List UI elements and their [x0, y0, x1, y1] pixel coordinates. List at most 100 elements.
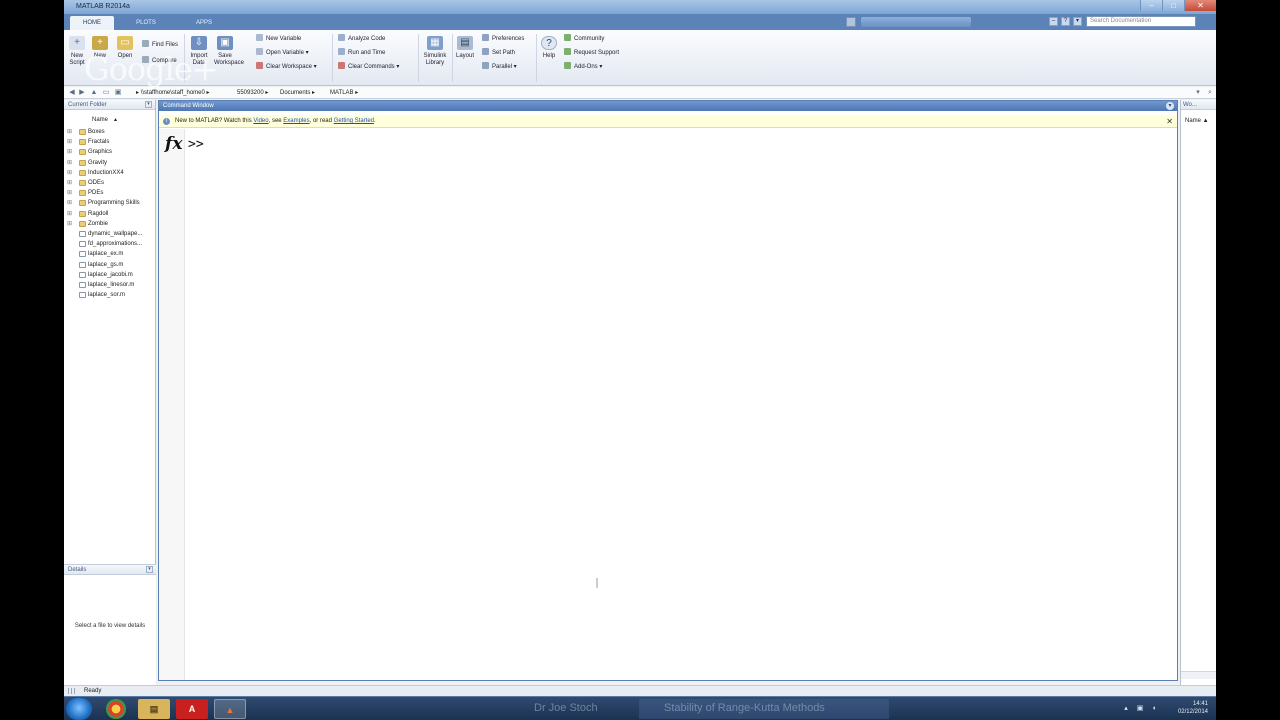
expand-icon[interactable]: ⊞ [67, 178, 72, 188]
command-window-title-text: Command Window [163, 103, 214, 109]
dropdown-icon[interactable]: ▾ [1073, 17, 1082, 26]
acrobat-icon[interactable]: A [176, 699, 208, 719]
set-path-button[interactable]: Set Path [482, 48, 515, 58]
file-item[interactable]: laplace_sor.m [64, 290, 156, 300]
add-ons-button[interactable]: Add-Ons ▾ [564, 62, 602, 72]
folder-item[interactable]: ⊞ Gravity [64, 158, 156, 168]
command-prompt[interactable]: >> [188, 137, 204, 152]
clear-commands-button[interactable]: Clear Commands ▾ [338, 62, 399, 72]
workspace-name-column[interactable]: Name ▲ [1185, 118, 1209, 124]
m-file-icon [79, 292, 86, 299]
close-notice-icon[interactable]: ✕ [1166, 115, 1173, 128]
breadcrumb-id[interactable]: 55093200 ▸ [237, 88, 268, 98]
new-script-icon: + [69, 36, 85, 50]
name-column-label: Name [92, 117, 109, 123]
video-link[interactable]: Video [253, 118, 268, 124]
start-button[interactable] [66, 698, 92, 720]
expand-icon[interactable]: ⊞ [67, 198, 72, 208]
simulink-library-button[interactable]: ▦ Simulink Library [422, 36, 448, 67]
function-browser-button[interactable]: fx [165, 134, 182, 154]
search-icon[interactable]: ⌕ [1206, 89, 1214, 97]
breadcrumb-matlab[interactable]: MATLAB ▸ [330, 88, 358, 98]
network-icon[interactable]: ▣ [1136, 705, 1144, 713]
details-panel: Details ▾ Select a file to view details [64, 564, 156, 685]
folder-item[interactable]: ⊞ PDEs [64, 188, 156, 198]
volume-icon[interactable]: ◖ [1150, 705, 1158, 713]
folder-item[interactable]: ⊞ Boxes [64, 127, 156, 137]
up-folder-icon[interactable]: ▲ [90, 89, 98, 97]
expand-icon[interactable]: ⊞ [67, 168, 72, 178]
expand-icon[interactable]: ⊞ [67, 188, 72, 198]
find-files-button[interactable]: Find Files [142, 40, 178, 50]
folder-item[interactable]: ⊞ Graphics [64, 147, 156, 157]
workspace-title-text: Wo... [1183, 102, 1197, 108]
address-dropdown-icon[interactable]: ▾ [1194, 89, 1202, 97]
new-icon: + [92, 36, 108, 50]
file-item[interactable]: laplace_gs.m [64, 260, 156, 270]
layout-icon: ▤ [457, 36, 473, 50]
tab-apps[interactable]: APPS [182, 16, 226, 30]
getting-started-link[interactable]: Getting Started [334, 118, 374, 124]
expand-icon[interactable]: ⊞ [67, 158, 72, 168]
examples-link[interactable]: Examples [283, 118, 309, 124]
run-and-time-button[interactable]: Run and Time [338, 48, 385, 58]
matlab-taskbar-icon[interactable]: ▲ [214, 699, 246, 719]
community-button[interactable]: Community [564, 34, 604, 44]
command-window[interactable]: Command Window ▾ i New to MATLAB? Watch … [158, 100, 1178, 681]
minimize-button[interactable]: – [1140, 0, 1162, 11]
layout-button[interactable]: ▤ Layout [454, 36, 476, 60]
horizontal-scrollbar[interactable] [1181, 671, 1216, 679]
name-column-header[interactable]: Name ▴ [64, 115, 156, 125]
tray-arrow-icon[interactable]: ▴ [1122, 705, 1130, 713]
item-name: InductionXX4 [88, 169, 124, 176]
expand-icon[interactable]: ⊞ [67, 137, 72, 147]
folder-icon[interactable]: ▣ [114, 89, 122, 97]
open-variable-button[interactable]: Open Variable ▾ [256, 48, 309, 58]
minimize-ribbon-icon[interactable]: – [1049, 17, 1058, 26]
details-toggle-icon[interactable]: ▾ [146, 566, 153, 573]
search-documentation-input[interactable]: Search Documentation [1086, 16, 1196, 27]
analyze-code-button[interactable]: Analyze Code [338, 34, 385, 44]
forward-icon[interactable]: ▶ [78, 89, 86, 97]
folder-item[interactable]: ⊞ Fractals [64, 137, 156, 147]
command-window-menu-icon[interactable]: ▾ [1166, 102, 1174, 110]
folder-item[interactable]: ⊞ Ragdoll [64, 209, 156, 219]
maximize-button[interactable]: □ [1162, 0, 1184, 11]
request-support-button[interactable]: Request Support [564, 48, 619, 58]
parallel-button[interactable]: Parallel ▾ [482, 62, 517, 72]
browse-folder-icon[interactable]: ▭ [102, 89, 110, 97]
help-label: Help [542, 53, 556, 59]
system-clock[interactable]: 14:41 02/12/2014 [1178, 700, 1208, 716]
help-icon[interactable]: ? [1061, 17, 1070, 26]
preferences-button[interactable]: Preferences [482, 34, 524, 44]
folder-item[interactable]: ⊞ Programming Skills [64, 198, 156, 208]
ribbon-tab-strip: HOME PLOTS APPS – ? ▾ Search Documentati… [64, 14, 1216, 30]
file-item[interactable]: dynamic_wallpape... [64, 229, 156, 239]
file-item[interactable]: laplace_linesor.m [64, 280, 156, 290]
tab-home[interactable]: HOME [70, 16, 114, 30]
chrome-icon[interactable] [106, 699, 126, 719]
panel-menu-icon[interactable]: ▾ [145, 101, 152, 108]
folder-item[interactable]: ⊞ InductionXX4 [64, 168, 156, 178]
tab-plots[interactable]: PLOTS [124, 16, 168, 30]
breadcrumb-documents[interactable]: Documents ▸ [280, 88, 315, 98]
file-item[interactable]: laplace_ex.m [64, 249, 156, 259]
file-item[interactable]: laplace_jacobi.m [64, 270, 156, 280]
expand-icon[interactable]: ⊞ [67, 209, 72, 219]
expand-icon[interactable]: ⊞ [67, 219, 72, 229]
file-item[interactable]: fd_approximations... [64, 239, 156, 249]
expand-icon[interactable]: ⊞ [67, 147, 72, 157]
folder-item[interactable]: ⊞ ODEs [64, 178, 156, 188]
expand-icon[interactable]: ⊞ [67, 127, 72, 137]
back-icon[interactable]: ◀ [68, 89, 76, 97]
file-explorer-icon[interactable]: ▤ [138, 699, 170, 719]
quick-access-icon[interactable] [846, 17, 856, 27]
close-button[interactable]: ✕ [1184, 0, 1216, 11]
new-variable-button[interactable]: New Variable [256, 34, 301, 44]
status-text: Ready [84, 688, 102, 694]
breadcrumb-root[interactable]: ▸ \\staffhome\staff_home0 ▸ [136, 88, 210, 98]
folder-item[interactable]: ⊞ Zombie [64, 219, 156, 229]
help-button[interactable]: ? Help [538, 36, 560, 60]
clock-date: 02/12/2014 [1177, 709, 1208, 715]
clear-workspace-button[interactable]: Clear Workspace ▾ [256, 62, 317, 72]
